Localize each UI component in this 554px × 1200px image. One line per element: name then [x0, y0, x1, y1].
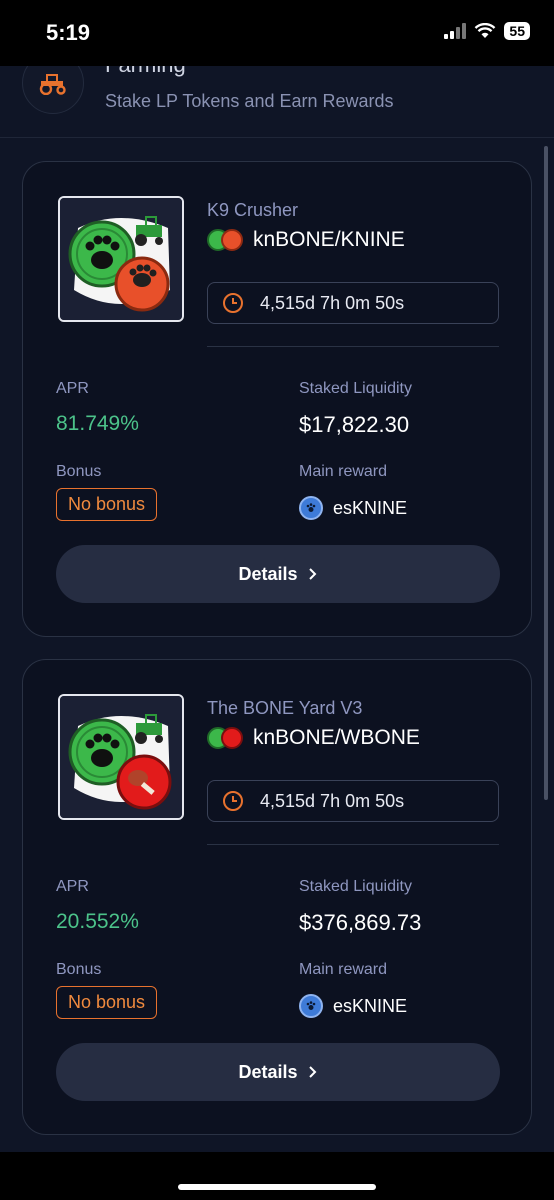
- status-time: 5:19: [46, 20, 91, 45]
- apr-value: 20.552%: [56, 910, 139, 933]
- countdown-timer: 4,515d 7h 0m 50s: [207, 780, 499, 822]
- pool-card: K9 Crusher knBONE/KNINE 4,515d 7h 0m 50s…: [22, 161, 532, 637]
- pair-label: knBONE/KNINE: [253, 228, 405, 251]
- signal-icon: [444, 23, 467, 39]
- scrollbar[interactable]: [544, 146, 548, 800]
- tractor-icon: [22, 66, 84, 114]
- staked-value: $17,822.30: [299, 412, 410, 437]
- bonus-label: Bonus: [56, 463, 102, 480]
- details-label: Details: [238, 563, 298, 584]
- farming-header: Farming Stake LP Tokens and Earn Rewards: [0, 66, 554, 138]
- home-indicator[interactable]: [178, 1184, 376, 1190]
- pool-name: The BONE Yard V3: [207, 698, 363, 718]
- pool-name: K9 Crusher: [207, 200, 299, 220]
- staked-value: $376,869.73: [299, 910, 422, 935]
- timer-text: 4,515d 7h 0m 50s: [260, 790, 405, 811]
- knine-token-icon: [221, 229, 243, 251]
- clock-icon: [223, 293, 243, 313]
- bonus-label: Bonus: [56, 961, 102, 978]
- pair-label: knBONE/WBONE: [253, 726, 420, 749]
- details-button[interactable]: Details: [56, 1043, 500, 1101]
- apr-label: APR: [56, 380, 89, 397]
- wifi-icon: [475, 23, 496, 38]
- page-title: Farming: [105, 66, 186, 78]
- chevron-right-icon: [308, 1066, 316, 1078]
- divider: [207, 346, 499, 347]
- bottom-bar: [0, 1152, 554, 1200]
- countdown-timer: 4,515d 7h 0m 50s: [207, 282, 499, 324]
- esknine-token-icon: [299, 496, 323, 520]
- battery-indicator: 55: [504, 22, 530, 40]
- apr-value: 81.749%: [56, 412, 139, 435]
- main-reward-label: Main reward: [299, 463, 388, 480]
- divider: [207, 844, 499, 845]
- reward-token: esKNINE: [333, 995, 408, 1016]
- staked-label: Staked Liquidity: [299, 380, 412, 397]
- page-subtitle: Stake LP Tokens and Earn Rewards: [105, 91, 394, 111]
- bonus-badge: No bonus: [56, 488, 158, 521]
- pool-logo: [58, 694, 184, 820]
- wbone-token-icon: [221, 727, 243, 749]
- details-button[interactable]: Details: [56, 545, 500, 603]
- reward-token: esKNINE: [333, 497, 408, 518]
- pair-row: knBONE/WBONE: [207, 726, 420, 750]
- pair-token-icons: [207, 228, 245, 252]
- timer-text: 4,515d 7h 0m 50s: [260, 292, 405, 313]
- app-content: Farming Stake LP Tokens and Earn Rewards: [0, 66, 554, 1152]
- staked-label: Staked Liquidity: [299, 878, 412, 895]
- pair-row: knBONE/KNINE: [207, 228, 405, 252]
- apr-label: APR: [56, 878, 89, 895]
- esknine-token-icon: [299, 994, 323, 1018]
- pool-logo: [58, 196, 184, 322]
- reward-row: esKNINE: [299, 496, 407, 520]
- main-reward-label: Main reward: [299, 961, 388, 978]
- pool-card: The BONE Yard V3 knBONE/WBONE 4,515d 7h …: [22, 659, 532, 1135]
- details-label: Details: [238, 1061, 298, 1082]
- bonus-badge: No bonus: [56, 986, 158, 1019]
- status-icons: 55: [444, 22, 530, 40]
- status-bar: 5:19 55: [0, 0, 554, 66]
- clock-icon: [223, 791, 243, 811]
- chevron-right-icon: [308, 568, 316, 580]
- pair-token-icons: [207, 726, 245, 750]
- reward-row: esKNINE: [299, 994, 407, 1018]
